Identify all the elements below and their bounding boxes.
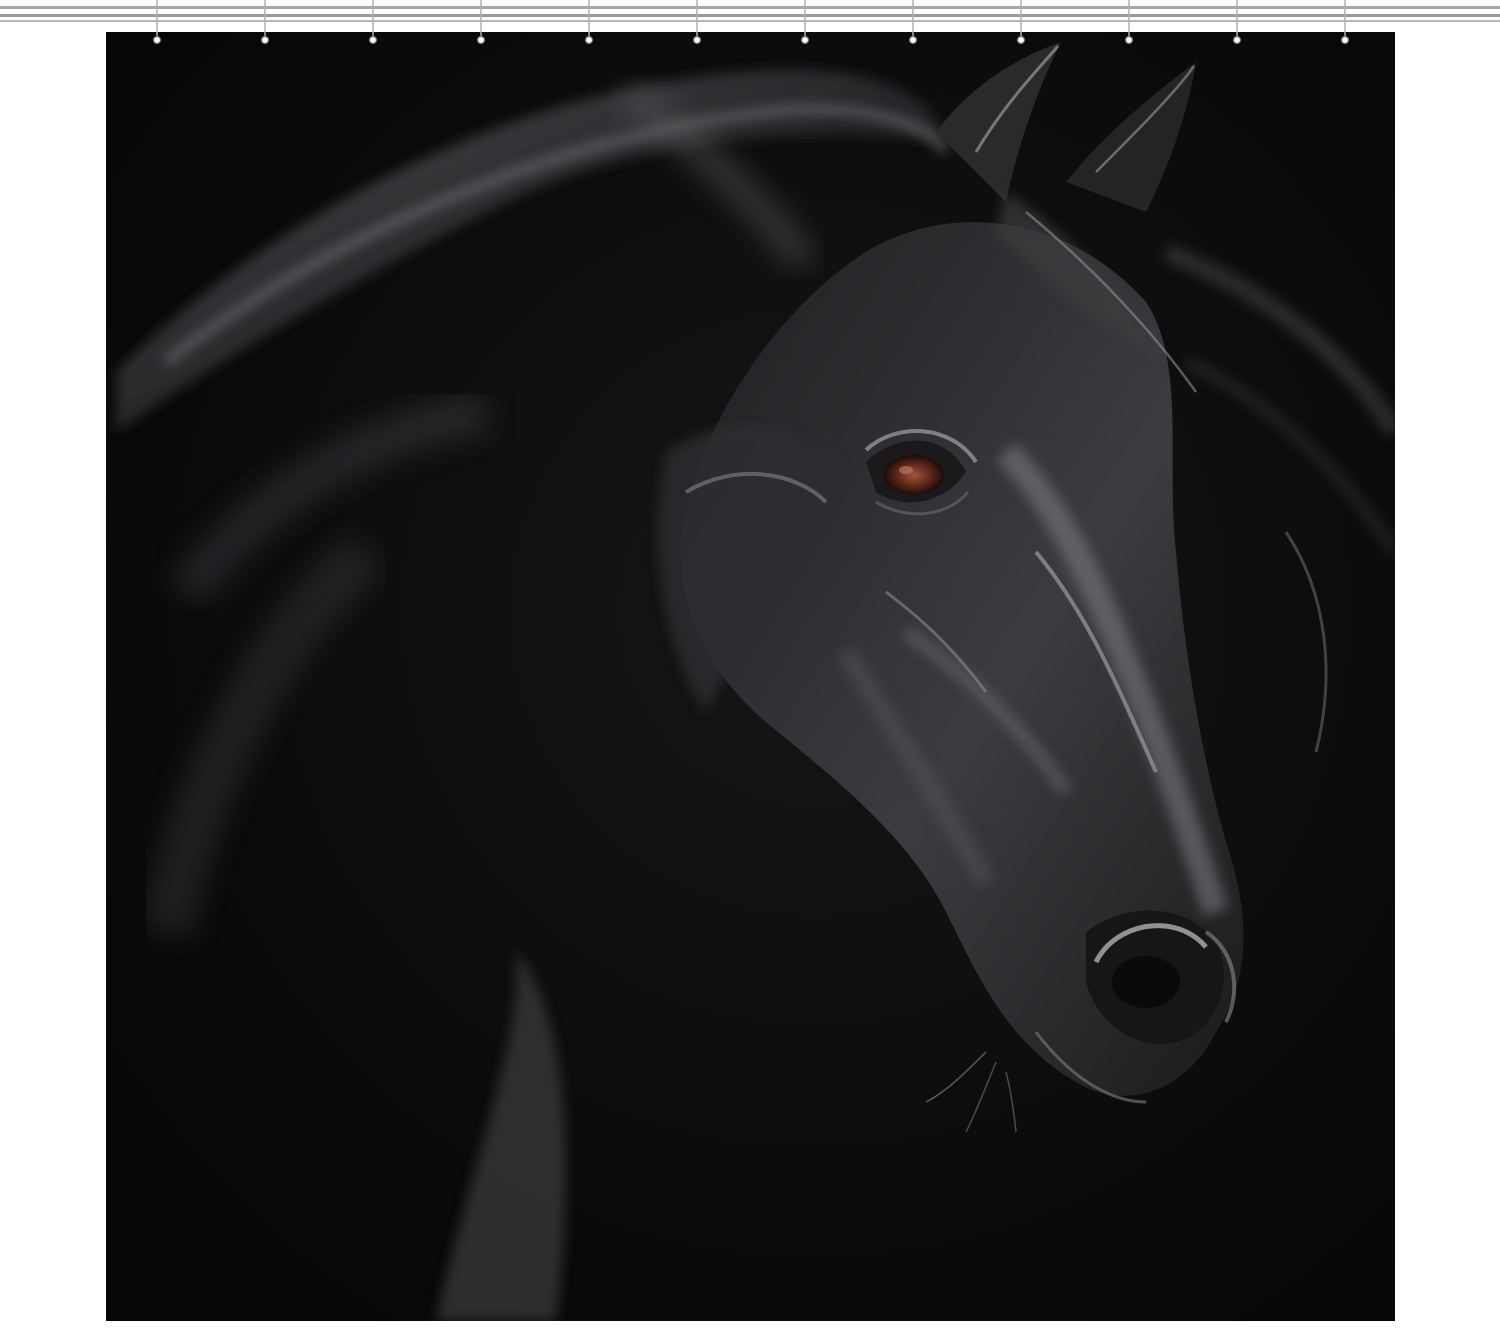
curtain-grommet — [1016, 35, 1026, 45]
curtain-grommet — [1232, 35, 1242, 45]
product-photo — [0, 0, 1500, 1328]
shower-curtain — [106, 32, 1395, 1321]
curtain-grommet — [1124, 35, 1134, 45]
curtain-grommet — [584, 35, 594, 45]
curtain-grommet — [1340, 35, 1350, 45]
curtain-grommet — [800, 35, 810, 45]
curtain-rod — [0, 0, 1500, 45]
curtain-grommet — [908, 35, 918, 45]
curtain-grommet — [476, 35, 486, 45]
curtain-grommet — [260, 35, 270, 45]
curtain-grommet — [152, 35, 162, 45]
curtain-grommet — [692, 35, 702, 45]
horse-painting — [106, 32, 1395, 1321]
curtain-grommet — [368, 35, 378, 45]
